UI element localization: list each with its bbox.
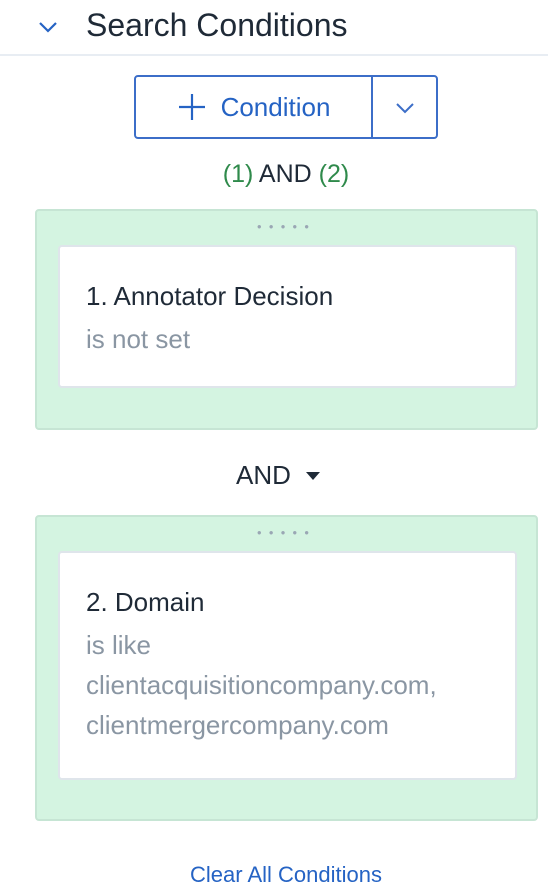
section-title: Search Conditions xyxy=(86,7,348,43)
condition-description-line: clientmergercompany.com xyxy=(86,710,389,740)
add-condition-menu-button[interactable] xyxy=(371,77,436,137)
chevron-down-icon xyxy=(395,103,414,114)
plus-icon xyxy=(178,94,205,120)
add-condition-label: Condition xyxy=(220,91,331,122)
logic-ref-1: (1) xyxy=(222,160,254,188)
condition-card[interactable]: 2. Domain is like clientacquisitioncompa… xyxy=(58,551,517,780)
condition-title: 2. Domain xyxy=(86,587,205,617)
condition-card[interactable]: 1. Annotator Decision is not set xyxy=(58,245,517,388)
caret-down-icon xyxy=(305,471,320,480)
chevron-down-icon[interactable] xyxy=(36,15,60,39)
drag-handle-icon[interactable]: ●●●●● xyxy=(37,223,536,231)
logic-expression: (1) AND (2) xyxy=(0,160,548,189)
operator-label: AND xyxy=(236,460,291,490)
search-conditions-header[interactable]: Search Conditions xyxy=(0,0,548,56)
logic-ref-2: (2) xyxy=(318,160,350,188)
logic-operator: AND xyxy=(258,160,312,188)
condition-title: 1. Annotator Decision xyxy=(86,281,334,311)
condition-description: is not set xyxy=(86,324,191,354)
operator-dropdown[interactable]: AND xyxy=(236,460,321,491)
add-condition-button[interactable]: Condition xyxy=(136,77,371,137)
clear-all-conditions-link[interactable]: Clear All Conditions xyxy=(0,862,548,888)
drag-handle-icon[interactable]: ●●●●● xyxy=(37,529,536,537)
condition-description: is like clientacquisitioncompany.com, cl… xyxy=(86,625,489,745)
condition-description-line: clientacquisitioncompany.com, xyxy=(86,670,437,700)
add-condition-button-group: Condition xyxy=(134,75,438,139)
condition-description-line: is like xyxy=(86,630,152,660)
condition-group-1: ●●●●● 1. Annotator Decision is not set xyxy=(35,209,538,430)
condition-group-2: ●●●●● 2. Domain is like clientacquisitio… xyxy=(35,515,538,821)
